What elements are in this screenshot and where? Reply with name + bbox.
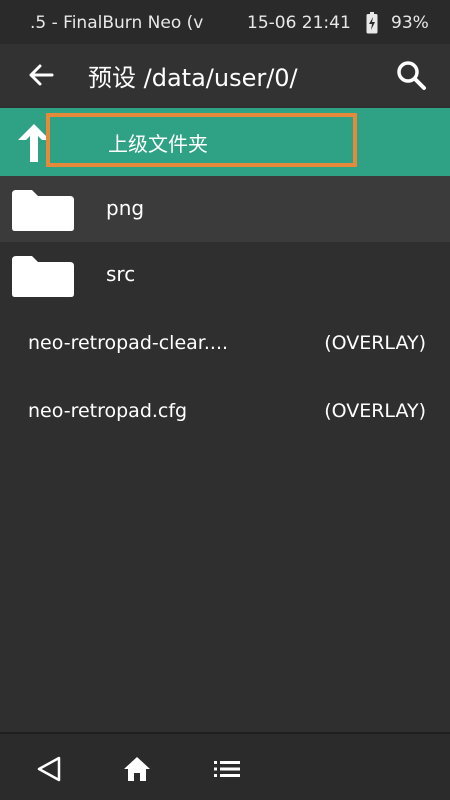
status-time: 15-06 21:41 (247, 13, 351, 33)
parent-folder-row[interactable]: 上级文件夹 (0, 108, 450, 176)
file-row[interactable]: neo-retropad-clear.... (OVERLAY) (0, 314, 450, 374)
folder-row-png[interactable]: png (0, 176, 450, 242)
list-menu-icon[interactable] (212, 754, 242, 784)
folder-icon (12, 256, 74, 297)
file-type: (OVERLAY) (324, 332, 426, 354)
search-icon[interactable] (394, 58, 428, 92)
app-bar: 预设 /data/user/0/ (0, 44, 450, 106)
status-bar: .5 - FinalBurn Neo (v 15-06 21:41 93% (0, 0, 450, 44)
file-name: neo-retropad.cfg (28, 400, 188, 422)
bottom-nav-bar (0, 734, 450, 800)
arrow-left-icon[interactable] (26, 60, 56, 90)
folder-name: png (106, 196, 145, 220)
file-row[interactable]: neo-retropad.cfg (OVERLAY) (0, 382, 450, 442)
folder-icon (12, 190, 74, 231)
folder-row-src[interactable]: src (0, 242, 450, 308)
app-title: 预设 /data/user/0/ (88, 64, 298, 92)
status-app-text: .5 - FinalBurn Neo (v (30, 13, 204, 33)
status-battery: 93% (391, 13, 429, 33)
battery-charging-icon (366, 12, 378, 34)
parent-folder-label: 上级文件夹 (108, 132, 208, 156)
file-browser-screen: .5 - FinalBurn Neo (v 15-06 21:41 93% 预设… (0, 0, 450, 800)
home-icon[interactable] (122, 754, 152, 784)
triangle-back-icon[interactable] (34, 754, 64, 784)
file-type: (OVERLAY) (324, 400, 426, 422)
folder-name: src (106, 262, 136, 286)
file-name: neo-retropad-clear.... (28, 332, 229, 354)
